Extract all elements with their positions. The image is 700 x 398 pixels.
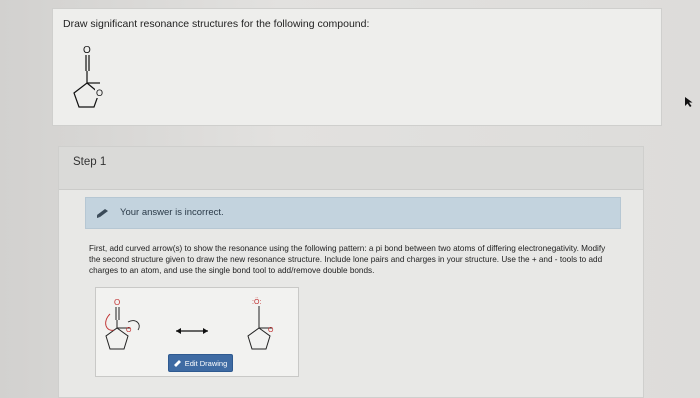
right-carbonyl-oxygen: :Ö: <box>252 298 261 306</box>
step-header[interactable]: Step 1 <box>59 147 643 190</box>
drawing-area[interactable]: O O :Ö: O Edit Drawing <box>95 287 299 377</box>
question-card: Draw significant resonance structures fo… <box>52 8 662 126</box>
incorrect-alert: Your answer is incorrect. <box>85 197 621 229</box>
compound-structure: O O <box>73 45 105 108</box>
edit-drawing-label: Edit Drawing <box>184 358 228 368</box>
ring-oxygen-label: O <box>96 88 103 98</box>
right-ring-oxygen: O <box>268 327 274 334</box>
step-card: Step 1 Your answer is incorrect. First, … <box>58 146 644 398</box>
step-label: Step 1 <box>73 156 107 168</box>
mouse-cursor-icon <box>685 97 693 107</box>
alert-text: Your answer is incorrect. <box>120 207 224 218</box>
left-carbonyl-oxygen: O <box>114 298 120 307</box>
pencil-icon <box>173 360 181 367</box>
carbonyl-oxygen-label: O <box>83 45 91 56</box>
left-ring-oxygen: O <box>126 327 132 334</box>
question-text: Draw significant resonance structures fo… <box>63 18 370 30</box>
page-background: Draw significant resonance structures fo… <box>0 0 700 398</box>
pencil-icon <box>97 209 108 218</box>
edit-drawing-button[interactable]: Edit Drawing <box>168 354 233 372</box>
instructions-text: First, add curved arrow(s) to show the r… <box>89 244 606 275</box>
